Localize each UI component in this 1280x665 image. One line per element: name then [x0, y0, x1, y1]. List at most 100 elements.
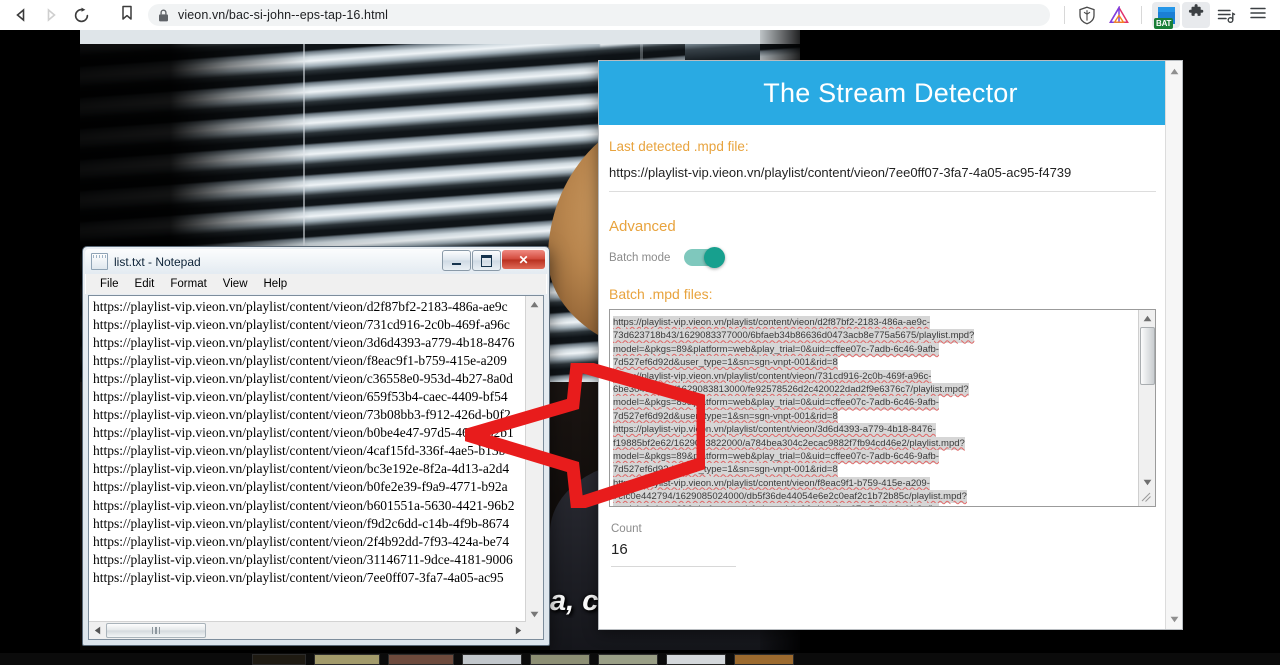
batch-mode-toggle[interactable] — [684, 247, 726, 268]
extension-badge: BAT — [1154, 18, 1174, 29]
bookmark-button[interactable] — [112, 0, 142, 30]
scroll-right-button[interactable] — [510, 623, 526, 639]
popup-scroll-up-button[interactable] — [1166, 63, 1182, 79]
notepad-menu-edit[interactable]: Edit — [127, 276, 163, 292]
grip-line — [155, 627, 157, 634]
notepad-line: https://playlist-vip.vieon.vn/playlist/c… — [93, 407, 511, 423]
textarea-row: model=&pkgs=89&platform=web&play_trial=0… — [613, 339, 1136, 357]
notepad-line: https://playlist-vip.vieon.vn/playlist/c… — [93, 443, 506, 459]
notepad-line: https://playlist-vip.vieon.vn/playlist/c… — [93, 299, 508, 314]
notepad-title: list.txt - Notepad — [114, 254, 201, 269]
chevron-down-icon — [1143, 479, 1151, 485]
notepad-minimize-button[interactable] — [442, 250, 471, 271]
chevron-up-icon — [1143, 315, 1151, 321]
browser-toolbar: vieon.vn/bac-si-john--eps-tap-16.html BA… — [0, 0, 1280, 30]
notepad-menu-format[interactable]: Format — [162, 276, 214, 292]
notepad-resize-corner[interactable] — [526, 622, 543, 639]
toolbar-divider-2 — [1141, 6, 1142, 24]
taskbar-item[interactable] — [530, 654, 590, 665]
minimize-icon — [452, 262, 461, 265]
brave-playlist-icon[interactable] — [1213, 2, 1239, 28]
notepad-menu-view[interactable]: View — [215, 276, 256, 292]
taskbar-item[interactable] — [666, 654, 726, 665]
textarea-row: 7cfc0e442794/1629085024000/db5f36de44054… — [613, 486, 1136, 504]
popup-scroll-down-button[interactable] — [1166, 611, 1182, 627]
batch-mpd-textarea[interactable]: https://playlist-vip.vieon.vn/playlist/c… — [609, 309, 1156, 507]
chevron-up-icon — [530, 301, 538, 307]
notepad-line: https://playlist-vip.vieon.vn/playlist/c… — [93, 335, 515, 351]
stream-detector-extension-button[interactable]: BAT — [1152, 2, 1180, 29]
textarea-row: model=&pkgs=89&platform=web&play_trial=0… — [613, 499, 1136, 506]
count-value[interactable]: 16 — [611, 541, 736, 567]
notepad-horizontal-scrollbar[interactable] — [89, 621, 526, 639]
notepad-document-icon — [91, 253, 108, 270]
textarea-row: model=&pkgs=89&platform=web&play_trial=0… — [613, 392, 1136, 410]
advanced-section-label: Advanced — [609, 218, 676, 235]
batch-mode-row: Batch mode — [609, 247, 1156, 268]
textarea-scroll-up-button[interactable] — [1139, 310, 1155, 326]
scroll-up-button[interactable] — [526, 296, 542, 312]
notepad-line: https://playlist-vip.vieon.vn/playlist/c… — [93, 497, 515, 513]
address-bar[interactable]: vieon.vn/bac-si-john--eps-tap-16.html — [148, 4, 1050, 26]
notepad-line: https://playlist-vip.vieon.vn/playlist/c… — [93, 515, 510, 531]
chevron-down-icon — [530, 611, 538, 617]
resize-grip-icon — [1141, 492, 1151, 502]
ceiling-edge — [80, 30, 800, 44]
textarea-scroll-down-button[interactable] — [1139, 474, 1155, 490]
forward-button — [36, 0, 66, 30]
back-arrow-icon — [13, 7, 29, 23]
last-detected-value[interactable]: https://playlist-vip.vieon.vn/playlist/c… — [609, 165, 1156, 192]
taskbar-item[interactable] — [598, 654, 658, 665]
scroll-left-button[interactable] — [89, 623, 105, 639]
notepad-text-area[interactable]: https://playlist-vip.vieon.vn/playlist/c… — [88, 295, 544, 640]
stream-detector-popup[interactable]: The Stream Detector Last detected .mpd f… — [598, 60, 1183, 630]
os-taskbar[interactable] — [0, 653, 1280, 665]
notepad-close-button[interactable]: ✕ — [502, 250, 545, 269]
textarea-line: model=&pkgs=89&platform=web&play_trial=0… — [613, 503, 939, 506]
extensions-puzzle-button[interactable] — [1182, 2, 1210, 28]
taskbar-item[interactable] — [734, 654, 794, 665]
textarea-scroll-thumb[interactable] — [1140, 327, 1155, 385]
chevron-right-icon — [515, 626, 521, 635]
taskbar-item[interactable] — [462, 654, 522, 665]
popup-scrollbar[interactable] — [1165, 61, 1182, 629]
textarea-vertical-scrollbar[interactable] — [1138, 310, 1155, 506]
textarea-row: 73d623718b43/1629083377000/6bfaeb34b8663… — [613, 325, 1136, 343]
scroll-down-button[interactable] — [526, 606, 542, 622]
notepad-titlebar[interactable]: list.txt - Notepad ✕ — [85, 249, 547, 274]
browser-menu-button[interactable] — [1245, 2, 1271, 28]
last-detected-label: Last detected .mpd file: — [609, 139, 749, 154]
notepad-menu-file[interactable]: File — [92, 276, 127, 292]
notepad-window[interactable]: list.txt - Notepad ✕ File Edit Format Vi… — [82, 246, 550, 646]
batch-files-label: Batch .mpd files: — [609, 286, 713, 302]
taskbar-item[interactable] — [388, 654, 454, 665]
notepad-vertical-scrollbar[interactable] — [525, 296, 543, 622]
lock-icon — [158, 9, 169, 22]
taskbar-item[interactable] — [252, 654, 306, 665]
hamburger-menu-icon — [1249, 5, 1267, 26]
notepad-menubar: File Edit Format View Help — [85, 274, 547, 294]
address-bar-url: vieon.vn/bac-si-john--eps-tap-16.html — [178, 8, 389, 22]
notepad-maximize-button[interactable] — [472, 250, 501, 271]
maximize-icon — [481, 254, 492, 267]
popup-header: The Stream Detector — [599, 61, 1182, 125]
notepad-line: https://playlist-vip.vieon.vn/playlist/c… — [93, 353, 507, 369]
popup-title: The Stream Detector — [763, 77, 1018, 108]
back-button[interactable] — [6, 0, 36, 30]
notepad-text-content[interactable]: https://playlist-vip.vieon.vn/playlist/c… — [89, 296, 526, 622]
reload-icon — [73, 7, 90, 24]
brave-rewards-triangle-icon[interactable] — [1106, 2, 1132, 28]
batch-textarea-content[interactable]: https://playlist-vip.vieon.vn/playlist/c… — [610, 310, 1139, 506]
textarea-row: model=&pkgs=89&platform=web&play_trial=0… — [613, 446, 1136, 464]
brave-shield-icon[interactable] — [1074, 2, 1100, 28]
grip-line — [158, 627, 161, 634]
textarea-resize-handle[interactable] — [1139, 490, 1155, 506]
reload-button[interactable] — [66, 0, 96, 30]
textarea-row: https://playlist-vip.vieon.vn/playlist/c… — [613, 366, 1136, 383]
notepad-menu-help[interactable]: Help — [256, 276, 296, 292]
notepad-line: https://playlist-vip.vieon.vn/playlist/c… — [93, 533, 510, 549]
notepad-window-buttons: ✕ — [441, 250, 545, 271]
taskbar-item[interactable] — [314, 654, 380, 665]
page-viewport: a, c list.txt - Notepad ✕ File Edit Form… — [0, 30, 1280, 665]
notepad-hscroll-thumb[interactable] — [106, 623, 206, 638]
